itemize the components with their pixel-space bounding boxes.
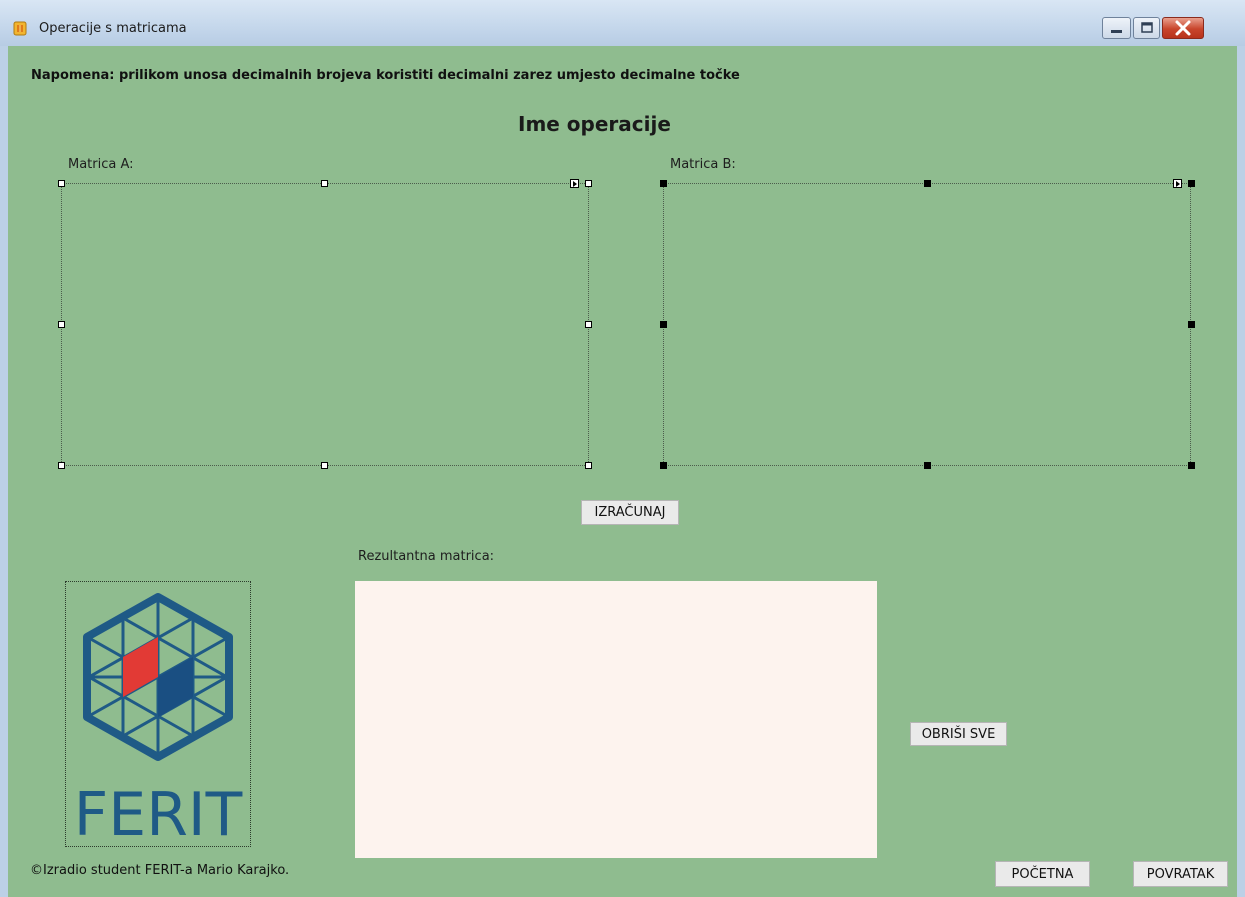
clear-all-button[interactable]: OBRIŠI SVE	[910, 722, 1007, 746]
matrix-a-grid[interactable]	[61, 183, 589, 466]
resize-handle[interactable]	[58, 321, 65, 328]
resize-handle[interactable]	[924, 180, 931, 187]
maximize-icon	[1141, 22, 1153, 33]
resize-handle[interactable]	[585, 321, 592, 328]
logo-text: FERIT	[74, 780, 243, 846]
maximize-button[interactable]	[1133, 17, 1160, 39]
footer-credit: ©Izradio student FERIT-a Mario Karajko.	[30, 863, 290, 878]
logo-picture-box: FERIT	[65, 581, 251, 850]
resize-handle[interactable]	[1188, 180, 1195, 187]
app-window: Operacije s matricama Napomena: prilikom…	[0, 0, 1245, 897]
matrix-b-label: Matrica B:	[670, 157, 736, 172]
ferit-logo: FERIT	[74, 593, 243, 850]
resize-handle[interactable]	[1188, 321, 1195, 328]
app-icon	[13, 21, 27, 36]
home-button[interactable]: POČETNA	[995, 861, 1090, 887]
matrix-a-label: Matrica A:	[68, 157, 134, 172]
minimize-button[interactable]	[1102, 17, 1131, 39]
smart-tag-icon[interactable]	[570, 179, 579, 188]
resize-handle[interactable]	[58, 462, 65, 469]
resize-handle[interactable]	[924, 462, 931, 469]
form-client-area: Napomena: prilikom unosa decimalnih broj…	[8, 46, 1237, 897]
resize-handle[interactable]	[321, 180, 328, 187]
resize-handle[interactable]	[585, 180, 592, 187]
matrix-b-grid[interactable]	[663, 183, 1191, 466]
calculate-button[interactable]: IZRAČUNAJ	[581, 500, 679, 525]
resize-handle[interactable]	[660, 180, 667, 187]
back-button[interactable]: POVRATAK	[1133, 861, 1228, 887]
minimize-icon	[1111, 30, 1122, 33]
resize-handle[interactable]	[660, 321, 667, 328]
resize-handle[interactable]	[58, 180, 65, 187]
resize-handle[interactable]	[585, 462, 592, 469]
close-button[interactable]	[1162, 17, 1204, 39]
operation-title: Ime operacije	[518, 112, 671, 136]
window-title: Operacije s matricama	[39, 21, 187, 36]
resize-handle[interactable]	[1188, 462, 1195, 469]
resize-handle[interactable]	[321, 462, 328, 469]
resize-handle[interactable]	[660, 462, 667, 469]
smart-tag-icon[interactable]	[1173, 179, 1182, 188]
close-icon	[1175, 20, 1191, 36]
result-label: Rezultantna matrica:	[358, 549, 495, 564]
title-bar[interactable]: Operacije s matricama	[0, 0, 1245, 46]
decimal-note: Napomena: prilikom unosa decimalnih broj…	[31, 68, 740, 83]
result-matrix-area[interactable]	[355, 581, 877, 858]
